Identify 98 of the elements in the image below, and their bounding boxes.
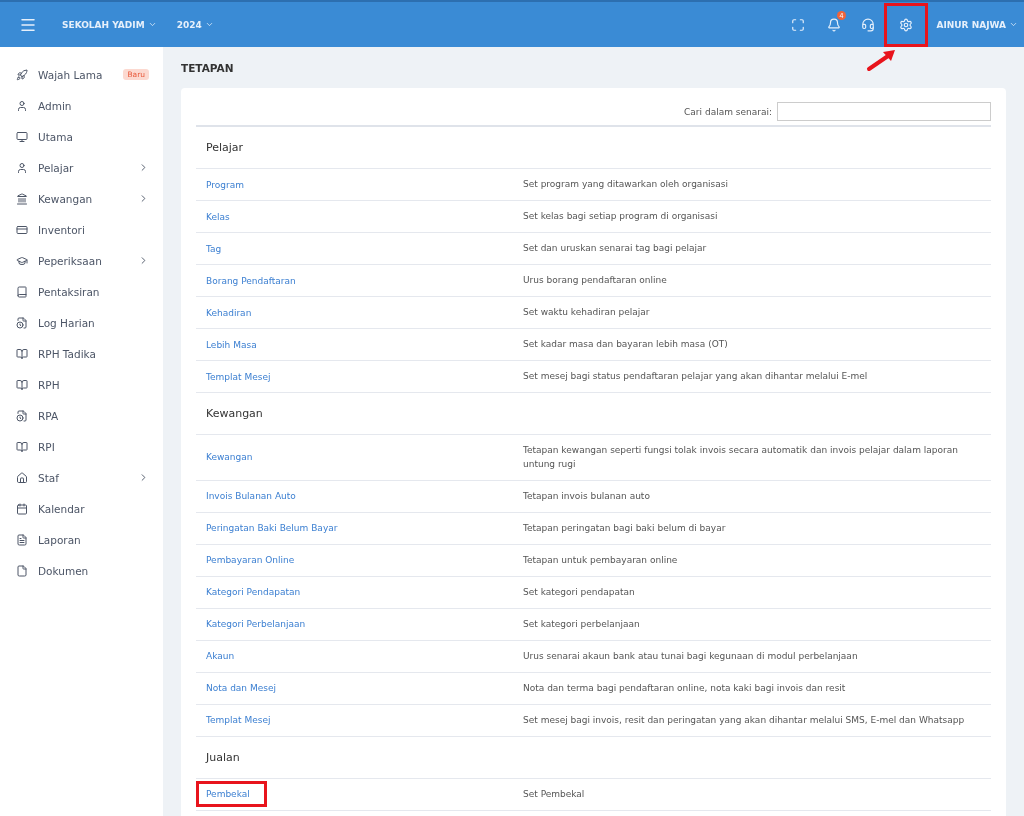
setting-description: Urus senarai akaun bank atau tunai bagi kegunaan di modul perbelanjaan bbox=[523, 650, 859, 664]
setting-link[interactable]: Kelas bbox=[196, 203, 247, 230]
setting-description: Tetapan kewangan seperti fungsi tolak invois secara automatik dan invois pelajar dalam laporan untung rugi bbox=[523, 444, 959, 472]
section-heading: Jualan bbox=[196, 736, 991, 779]
chevron-icon bbox=[1009, 20, 1018, 29]
setting-link[interactable]: Templat Mesej bbox=[196, 707, 288, 734]
sidebar-item[interactable]: Pentaksiran bbox=[0, 276, 163, 307]
sidebar-item[interactable]: RPH Tadika bbox=[0, 338, 163, 369]
setting-link[interactable]: Tag bbox=[196, 235, 239, 262]
menu-item-icon bbox=[16, 533, 28, 546]
menu-item-icon bbox=[16, 502, 28, 515]
search-label: Cari dalam senarai: bbox=[684, 106, 772, 117]
sidebar-label: RPH bbox=[38, 378, 61, 391]
setting-description: Set kategori pendapatan bbox=[523, 586, 636, 600]
sidebar-item[interactable]: Staf bbox=[0, 462, 163, 493]
sidebar-label: Wajah Lama bbox=[38, 68, 104, 81]
setting-description: Set kategori perbelanjaan bbox=[523, 618, 641, 632]
sidebar-item[interactable]: Dokumen bbox=[0, 555, 163, 586]
setting-description: Tetapan peringatan bagi baki belum di bayar bbox=[523, 522, 727, 536]
setting-link[interactable]: Lebih Masa bbox=[196, 331, 274, 358]
setting-link[interactable]: Nota dan Mesej bbox=[196, 675, 293, 702]
pointer-arrow bbox=[866, 48, 898, 72]
setting-description: Set kelas bagi setiap program di organisasi bbox=[523, 210, 719, 224]
setting-link[interactable]: Invois Bulanan Auto bbox=[196, 483, 313, 510]
sidebar-item[interactable]: Admin bbox=[0, 90, 163, 121]
sidebar-item[interactable]: Utama bbox=[0, 121, 163, 152]
setting-link[interactable]: Pembayaran Online bbox=[196, 547, 312, 574]
setting-description: Set mesej bagi status pendaftaran pelajar yang akan dihantar melalui E-mel bbox=[523, 370, 869, 384]
setting-link[interactable]: Kehadiran bbox=[196, 299, 269, 326]
sidebar-label: Pentaksiran bbox=[38, 285, 101, 298]
menu-item-icon bbox=[16, 471, 28, 484]
setting-description: Set kadar masa dan bayaran lebih masa (OT) bbox=[523, 338, 729, 352]
user-dropdown[interactable]: AINUR NAJWA bbox=[936, 19, 1018, 30]
setting-description: Set program yang ditawarkan oleh organisasi bbox=[523, 178, 729, 192]
setting-description: Set dan uruskan senarai tag bagi pelajar bbox=[523, 242, 708, 256]
setting-description: Set mesej bagi invois, resit dan peringatan yang akan dihantar melalui SMS, E-mel dan Whatsapp bbox=[523, 714, 966, 728]
setting-link[interactable]: Program bbox=[196, 171, 261, 198]
sidebar-item[interactable]: RPH bbox=[0, 369, 163, 400]
sidebar-label: Peperiksaan bbox=[38, 254, 103, 267]
setting-description: Tetapan untuk pembayaran online bbox=[523, 554, 679, 568]
setting-description: Set waktu kehadiran pelajar bbox=[523, 306, 651, 320]
menu-item-icon bbox=[16, 68, 28, 81]
sidebar-label: RPI bbox=[38, 440, 56, 453]
sidebar-label: Kewangan bbox=[38, 192, 94, 205]
sidebar-item[interactable]: Peperiksaan bbox=[0, 245, 163, 276]
sidebar-label: Kalendar bbox=[38, 502, 86, 515]
section-heading: Pelajar bbox=[196, 127, 991, 169]
menu-item-icon bbox=[16, 409, 28, 422]
sidebar-label: Staf bbox=[38, 471, 60, 484]
setting-link[interactable]: Peringatan Baki Belum Bayar bbox=[196, 515, 355, 542]
sidebar-label: Pelajar bbox=[38, 161, 75, 174]
bell-icon bbox=[827, 17, 842, 32]
sidebar-label: Admin bbox=[38, 99, 73, 112]
sidebar-item[interactable]: Log Harian bbox=[0, 307, 163, 338]
sidebar-item[interactable]: Pelajar bbox=[0, 152, 163, 183]
sidebar-item[interactable]: Laporan bbox=[0, 524, 163, 555]
menu-item-icon bbox=[16, 254, 28, 267]
menu-item-icon bbox=[16, 223, 28, 236]
school-dropdown[interactable]: SEKOLAH YADIM bbox=[62, 19, 157, 30]
menu-item-icon bbox=[16, 440, 28, 453]
menu-item-icon bbox=[16, 316, 28, 329]
menu-item-icon bbox=[16, 192, 28, 205]
menu-item-icon bbox=[16, 285, 28, 298]
setting-description: Nota dan terma bagi pendaftaran online, nota kaki bagi invois dan resit bbox=[523, 682, 847, 696]
year-dropdown[interactable]: 2024 bbox=[176, 19, 214, 30]
search-field[interactable] bbox=[777, 102, 991, 121]
menu-item-icon bbox=[16, 564, 28, 577]
setting-link[interactable]: Akaun bbox=[196, 643, 252, 670]
page-title: TETAPAN bbox=[181, 62, 235, 74]
section-heading: Kewangan bbox=[196, 393, 991, 435]
setting-description: Tetapan invois bulanan auto bbox=[523, 490, 651, 504]
sidebar-item[interactable]: Inventori bbox=[0, 214, 163, 245]
setting-link[interactable]: Templat Mesej bbox=[196, 363, 288, 390]
sidebar-label: Laporan bbox=[38, 533, 82, 546]
sidebar-item[interactable]: Kewangan bbox=[0, 183, 163, 214]
sidebar-item[interactable]: Kalendar bbox=[0, 493, 163, 524]
menu-item-icon bbox=[16, 161, 28, 174]
sidebar-label: RPA bbox=[38, 409, 60, 422]
chevron-icon bbox=[147, 20, 157, 29]
sidebar-item[interactable]: RPA bbox=[0, 400, 163, 431]
setting-link[interactable]: Kategori Pendapatan bbox=[196, 579, 318, 606]
setting-description: Set Pembekal bbox=[523, 788, 586, 802]
setting-link[interactable]: Pembekal bbox=[196, 781, 267, 808]
menu-item-icon bbox=[16, 378, 28, 391]
sidebar-label: Utama bbox=[38, 130, 74, 143]
setting-link[interactable]: Kategori Perbelanjaan bbox=[196, 611, 323, 638]
sidebar-label: Log Harian bbox=[38, 316, 96, 329]
setting-link[interactable]: Borang Pendaftaran bbox=[196, 267, 313, 294]
setting-description: Urus borang pendaftaran online bbox=[523, 274, 668, 288]
sidebar-item[interactable]: RPI bbox=[0, 431, 163, 462]
setting-link[interactable]: Kewangan bbox=[196, 444, 270, 471]
sidebar-label: Inventori bbox=[38, 223, 86, 236]
sidebar-label: RPH Tadika bbox=[38, 347, 97, 360]
menu-item-icon bbox=[16, 99, 28, 112]
menu-item-icon bbox=[16, 130, 28, 143]
chevron-icon bbox=[204, 20, 214, 29]
sidebar-label: Dokumen bbox=[38, 564, 90, 577]
menu-item-icon bbox=[16, 347, 28, 360]
